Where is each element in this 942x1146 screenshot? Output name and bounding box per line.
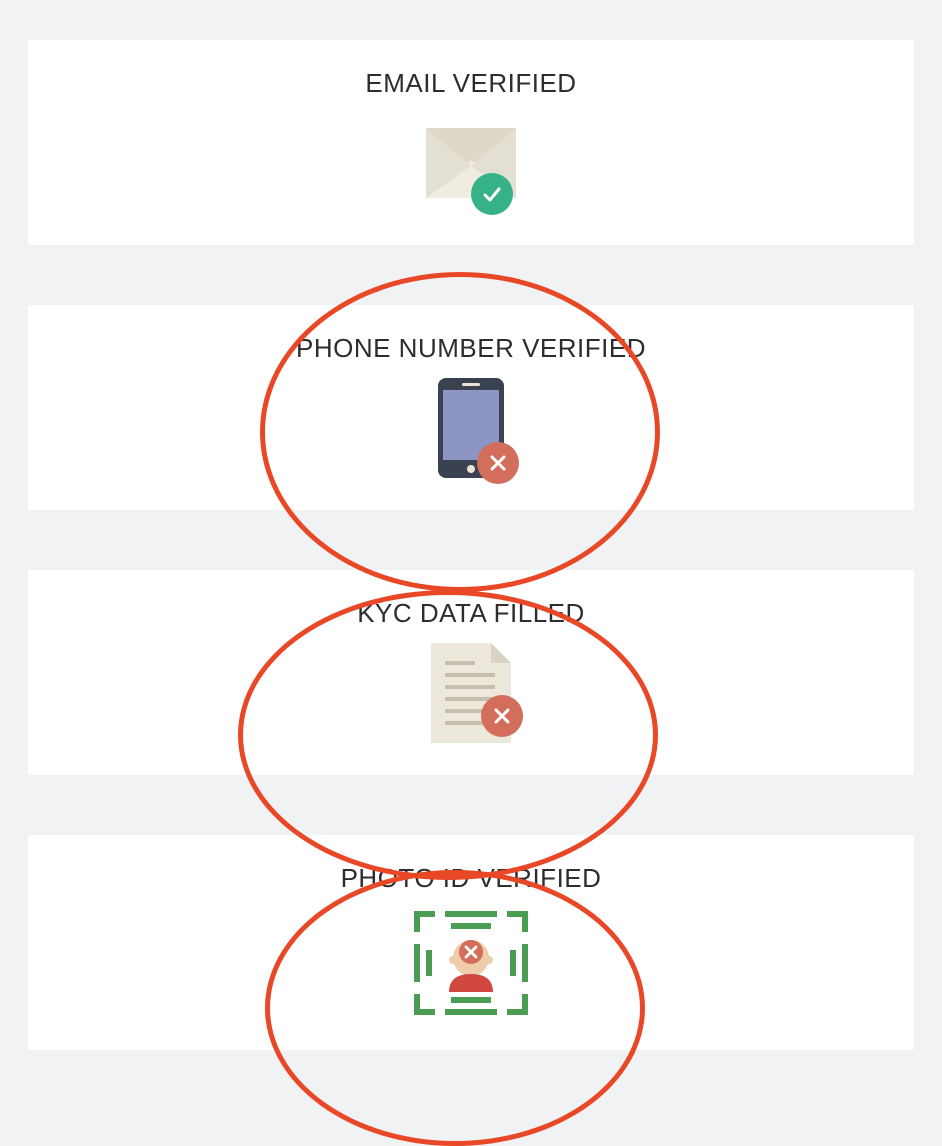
document-icon — [421, 643, 521, 743]
phone-icon — [421, 378, 521, 478]
verification-card-kyc: KYC DATA FILLED — [28, 570, 914, 775]
card-title-photo-id: PHOTO ID VERIFIED — [341, 863, 602, 894]
x-icon — [491, 705, 513, 727]
photo-id-icon — [411, 908, 531, 1018]
x-icon — [487, 452, 509, 474]
email-icon — [421, 113, 521, 213]
card-title-email: EMAIL VERIFIED — [365, 68, 576, 99]
verification-card-phone: PHONE NUMBER VERIFIED — [28, 305, 914, 510]
status-badge-fail — [477, 442, 519, 484]
card-title-kyc: KYC DATA FILLED — [357, 598, 585, 629]
verification-card-photo-id: PHOTO ID VERIFIED — [28, 835, 914, 1050]
checkmark-icon — [480, 182, 504, 206]
status-badge-success — [471, 173, 513, 215]
status-badge-fail — [481, 695, 523, 737]
card-title-phone: PHONE NUMBER VERIFIED — [296, 333, 646, 364]
verification-card-email: EMAIL VERIFIED — [28, 40, 914, 245]
